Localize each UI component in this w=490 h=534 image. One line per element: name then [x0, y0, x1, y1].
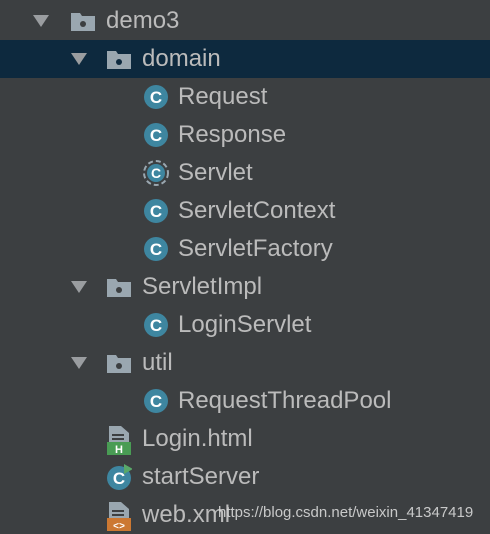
- class-icon: C: [143, 122, 169, 148]
- tree-item-servlet[interactable]: C Servlet: [0, 154, 490, 192]
- tree-item-servletcontext[interactable]: C ServletContext: [0, 192, 490, 230]
- tree-item-domain[interactable]: domain: [0, 40, 490, 78]
- class-icon: C: [143, 312, 169, 338]
- tree-item-request[interactable]: C Request: [0, 78, 490, 116]
- runnable-class-icon: C: [106, 464, 132, 490]
- svg-text:C: C: [113, 469, 125, 488]
- svg-text:C: C: [151, 165, 161, 181]
- tree-item-label: web.xml: [142, 501, 231, 528]
- folder-icon: [106, 274, 132, 300]
- svg-text:<>: <>: [113, 522, 125, 532]
- tree-item-util[interactable]: util: [0, 344, 490, 382]
- tree-item-response[interactable]: C Response: [0, 116, 490, 154]
- svg-text:C: C: [150, 316, 162, 335]
- tree-item-loginservlet[interactable]: C LoginServlet: [0, 306, 490, 344]
- tree-item-servletfactory[interactable]: C ServletFactory: [0, 230, 490, 268]
- watermark-url: https://blog.csdn.net/weixin_41347419: [218, 504, 474, 521]
- tree-item-label: util: [142, 349, 173, 376]
- folder-icon: [106, 46, 132, 72]
- html-file-icon: H: [106, 426, 132, 456]
- tree-item-label: Response: [178, 121, 287, 148]
- tree-item-label: ServletImpl: [142, 273, 263, 300]
- tree-item-label: domain: [142, 45, 221, 72]
- tree-item-label: Request: [178, 83, 268, 110]
- tree-item-label: ServletFactory: [178, 235, 333, 262]
- tree-item-servletimpl[interactable]: ServletImpl: [0, 268, 490, 306]
- class-icon: C: [143, 198, 169, 224]
- tree-item-demo3[interactable]: demo3: [0, 2, 490, 40]
- abstract-class-icon: C: [143, 160, 169, 186]
- tree-item-startserver[interactable]: C startServer: [0, 458, 490, 496]
- expand-arrow-icon[interactable]: [70, 50, 88, 68]
- tree-item-label: demo3: [106, 7, 180, 34]
- expand-arrow-icon[interactable]: [32, 12, 50, 30]
- expand-arrow-icon[interactable]: [70, 278, 88, 296]
- class-icon: C: [143, 84, 169, 110]
- tree-item-label: Login.html: [142, 425, 253, 452]
- svg-text:C: C: [150, 202, 162, 221]
- expand-arrow-icon[interactable]: [70, 354, 88, 372]
- svg-text:C: C: [150, 126, 162, 145]
- tree-item-label: RequestThreadPool: [178, 387, 392, 414]
- svg-text:C: C: [150, 392, 162, 411]
- class-icon: C: [143, 388, 169, 414]
- class-icon: C: [143, 236, 169, 262]
- svg-text:C: C: [150, 240, 162, 259]
- tree-item-label: LoginServlet: [178, 311, 312, 338]
- tree-item-login-html[interactable]: H Login.html: [0, 420, 490, 458]
- folder-icon: [70, 8, 96, 34]
- tree-item-requestthreadpool[interactable]: C RequestThreadPool: [0, 382, 490, 420]
- tree-item-label: startServer: [142, 463, 260, 490]
- folder-icon: [106, 350, 132, 376]
- tree-item-label: Servlet: [178, 159, 253, 186]
- svg-text:C: C: [150, 88, 162, 107]
- tree-item-label: ServletContext: [178, 197, 336, 224]
- xml-file-icon: <>: [106, 502, 132, 532]
- project-tree: demo3 domain C Request C Response C Serv…: [0, 0, 490, 534]
- svg-text:H: H: [115, 444, 123, 456]
